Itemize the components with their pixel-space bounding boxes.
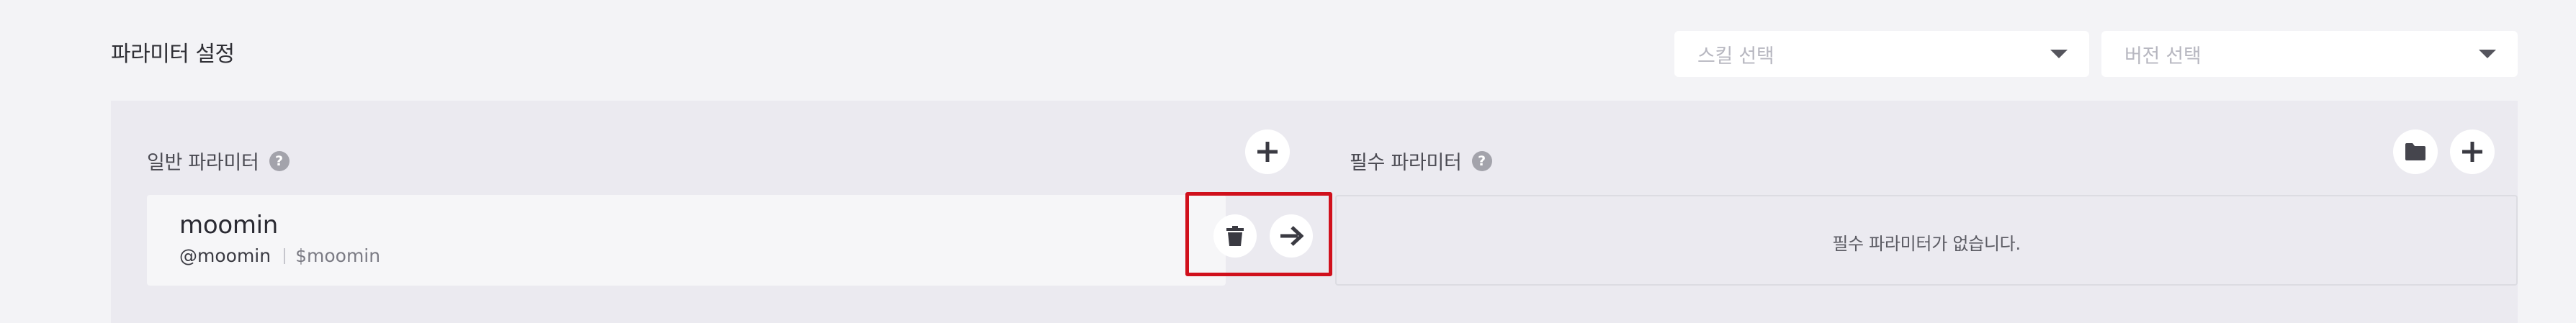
required-params-list: 필수 파라미터가 없습니다.	[1335, 195, 2518, 286]
add-general-param-button[interactable]	[1245, 129, 1290, 174]
param-name: moomin	[179, 211, 279, 240]
plus-icon	[2462, 142, 2482, 162]
version-select[interactable]: 버전 선택	[2101, 31, 2518, 77]
help-icon[interactable]: ?	[269, 150, 290, 171]
general-params-header: 일반 파라미터 ?	[147, 147, 290, 175]
parameter-panel: 일반 파라미터 ? 필수 파라미터 ? moomin @moomin $moom…	[111, 101, 2518, 323]
caret-down-icon	[2479, 50, 2496, 58]
general-param-item[interactable]: moomin @moomin $moomin	[147, 195, 1226, 286]
caret-down-icon	[2050, 50, 2068, 58]
param-meta: @moomin $moomin	[179, 245, 380, 266]
help-icon[interactable]: ?	[1471, 150, 1492, 171]
general-params-label: 일반 파라미터	[147, 152, 259, 174]
version-select-placeholder: 버전 선택	[2124, 45, 2202, 68]
skill-select[interactable]: 스킬 선택	[1674, 31, 2089, 77]
skill-select-placeholder: 스킬 선택	[1697, 45, 1774, 68]
meta-divider	[284, 247, 286, 264]
param-entity: @moomin	[179, 245, 271, 266]
plus-icon	[1257, 142, 1278, 162]
required-params-label: 필수 파라미터	[1350, 152, 1462, 174]
folder-icon	[2405, 143, 2425, 160]
param-variable: $moomin	[295, 245, 381, 266]
add-required-param-button[interactable]	[2450, 129, 2495, 174]
import-required-param-button[interactable]	[2393, 129, 2438, 174]
required-params-header: 필수 파라미터 ?	[1350, 147, 1492, 175]
required-params-empty-message: 필수 파라미터가 없습니다.	[1832, 234, 2021, 254]
page-title: 파라미터 설정	[111, 42, 235, 67]
action-highlight-box	[1185, 192, 1332, 276]
